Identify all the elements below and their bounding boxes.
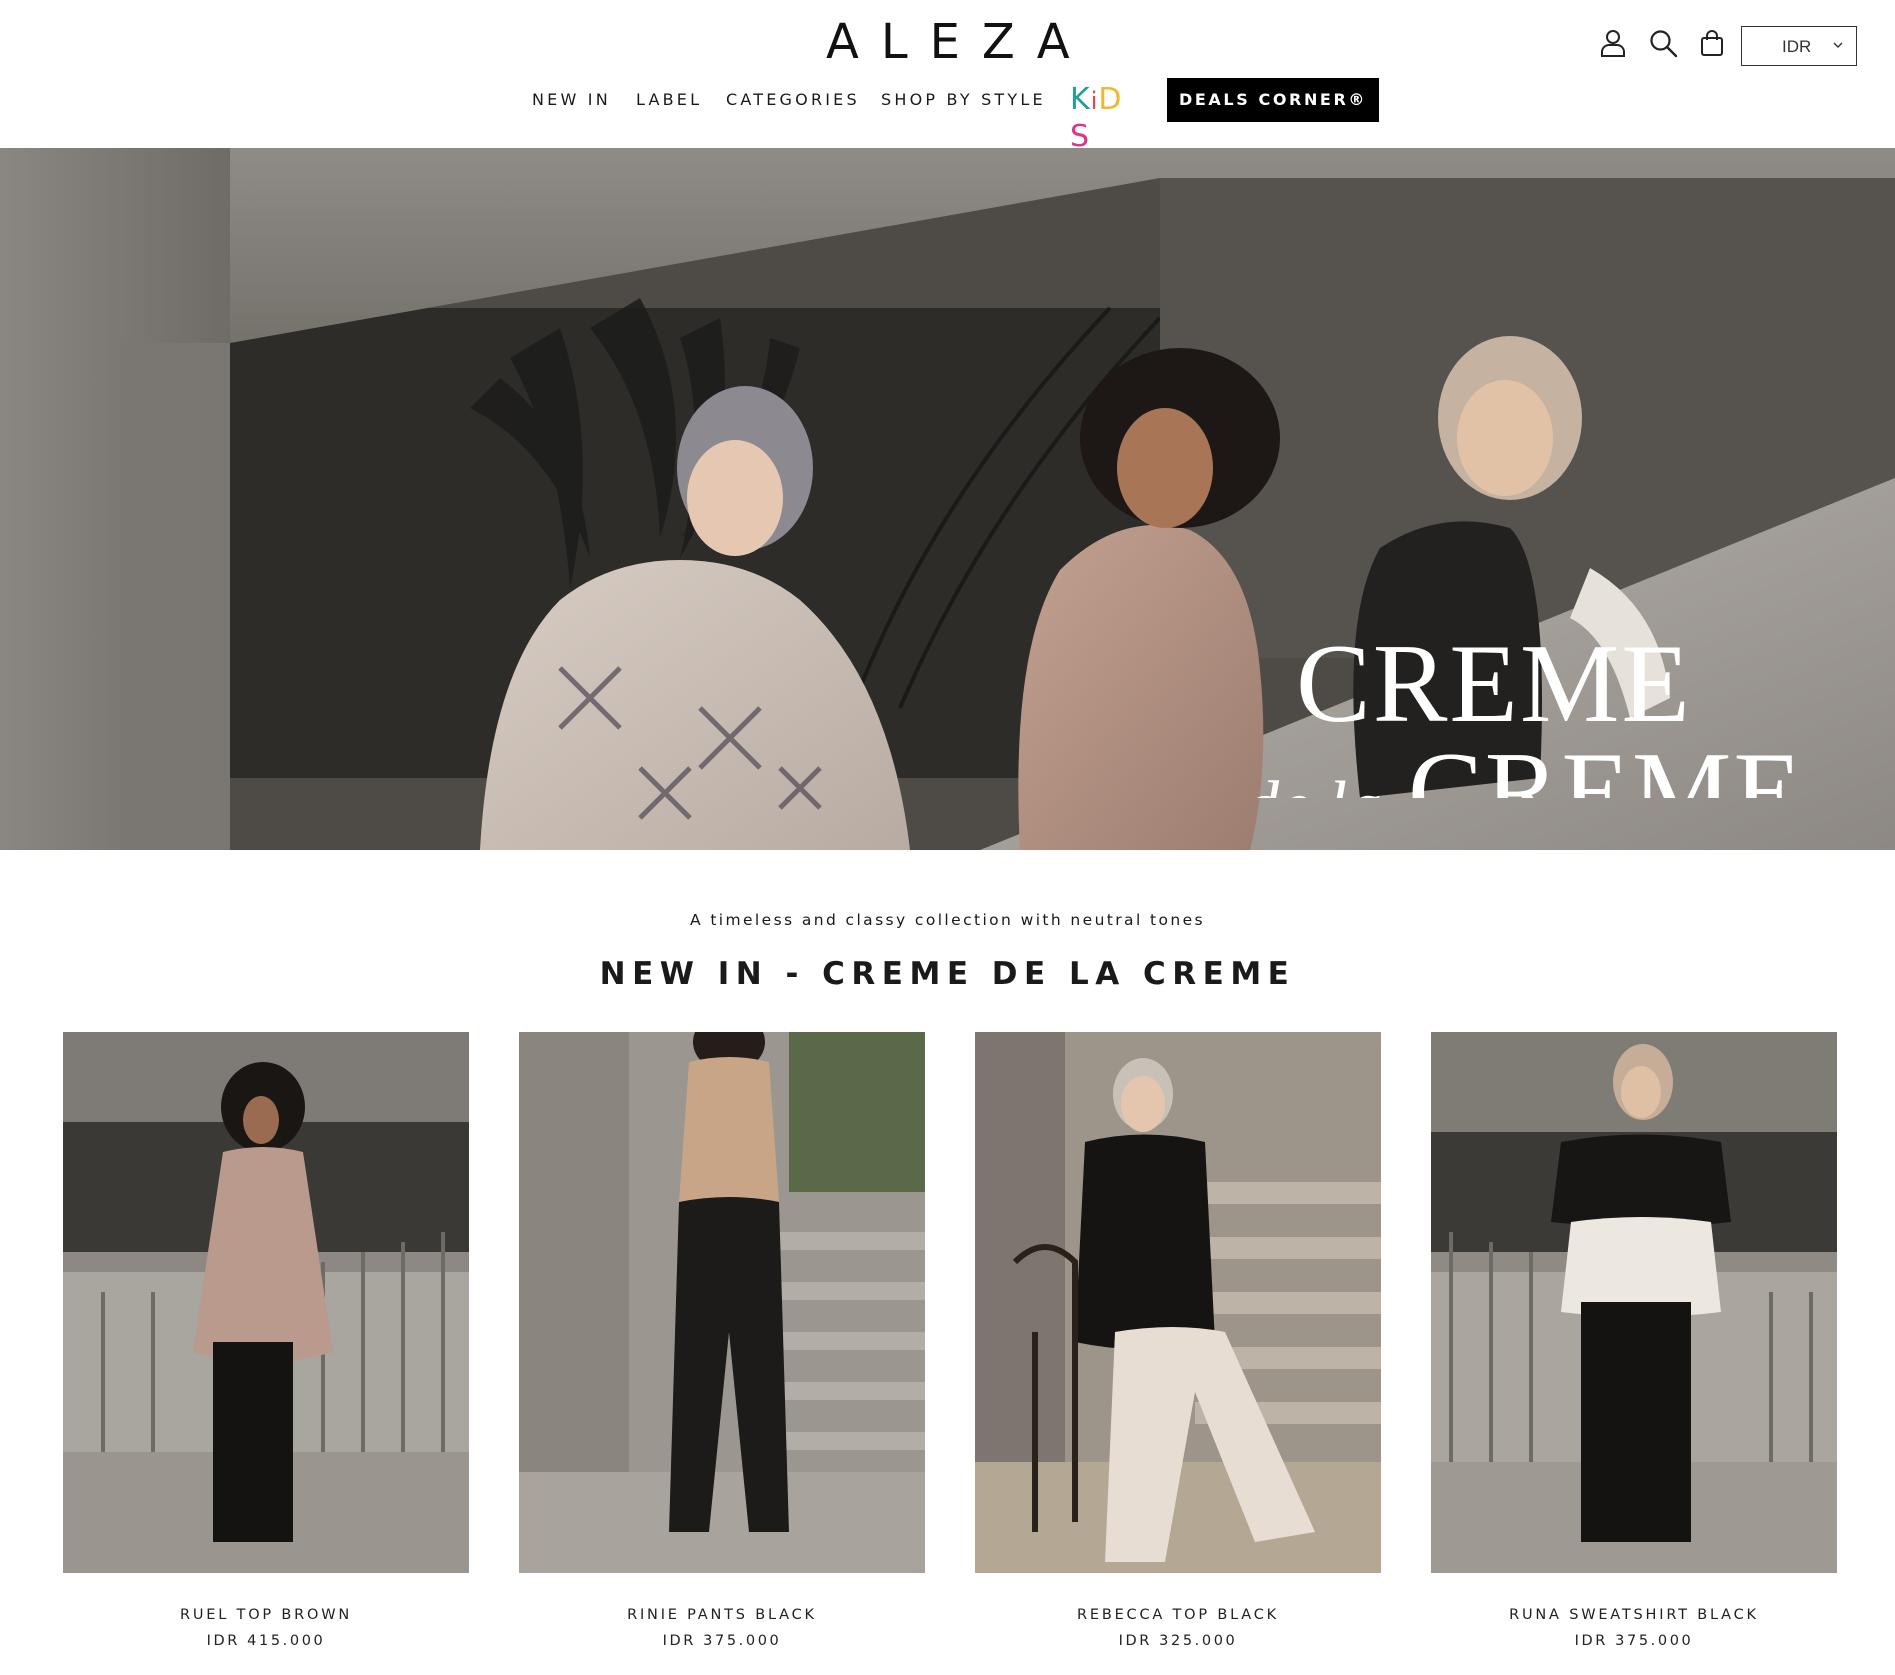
hero-banner[interactable]: CREME de la CREME [0,148,1895,850]
product-card[interactable]: REBECCA TOP BLACK IDR 325.000 [975,1032,1381,1675]
search-icon[interactable] [1648,28,1678,58]
product-name[interactable]: RUEL TOP BROWN [63,1607,469,1623]
product-name[interactable]: RUNA SWEATSHIRT BLACK [1431,1607,1837,1623]
nav-new-in[interactable]: NEW IN [532,90,611,109]
nav-kids-logo[interactable]: KiDS [1070,82,1138,154]
nav-label[interactable]: LABEL [636,90,702,109]
kids-letter: i [1090,87,1099,115]
product-image[interactable] [1431,1032,1837,1573]
collection-subtitle: A timeless and classy collection with ne… [689,911,1205,929]
site-header: ALEZA IDR NEW IN LABEL CATEGORIES SHOP B… [0,0,1895,154]
deals-corner-button[interactable]: DEALS CORNER® [1167,78,1379,122]
product-name[interactable]: RINIE PANTS BLACK [519,1607,925,1623]
currency-selected-value: IDR [1782,37,1812,56]
product-card[interactable]: RUNA SWEATSHIRT BLACK IDR 375.000 [1431,1032,1837,1675]
product-image[interactable] [63,1032,469,1573]
product-price: IDR 415.000 [206,1633,326,1649]
product-price: IDR 375.000 [1574,1633,1694,1649]
product-name[interactable]: REBECCA TOP BLACK [975,1607,1381,1623]
cart-icon[interactable] [1697,28,1727,58]
product-price: IDR 325.000 [1118,1633,1238,1649]
kids-letter: K [1070,82,1091,117]
product-price: IDR 375.000 [662,1633,782,1649]
product-card[interactable]: RINIE PANTS BLACK IDR 375.000 [519,1032,925,1675]
kids-letter: D [1098,82,1123,117]
product-image[interactable] [975,1032,1381,1573]
product-card[interactable]: RUEL TOP BROWN IDR 415.000 [63,1032,469,1675]
nav-categories[interactable]: CATEGORIES [726,90,860,109]
collection-title: NEW IN - CREME DE LA CREME [599,956,1296,992]
nav-shop-by-style[interactable]: SHOP BY STYLE [881,90,1046,109]
account-icon[interactable] [1598,28,1628,58]
hero-title-second: CREME [1408,736,1804,798]
hero-title-line-2: de la CREME [1244,736,1804,798]
currency-select[interactable]: IDR [1741,26,1857,66]
hero-title: CREME [1296,622,1692,746]
main-nav: NEW IN LABEL CATEGORIES SHOP BY STYLE Ki… [0,78,1895,154]
hero-title-script: de la [1244,768,1382,799]
product-image[interactable] [519,1032,925,1573]
brand-logo[interactable]: ALEZA [826,16,1074,68]
chevron-down-icon [1833,42,1843,48]
